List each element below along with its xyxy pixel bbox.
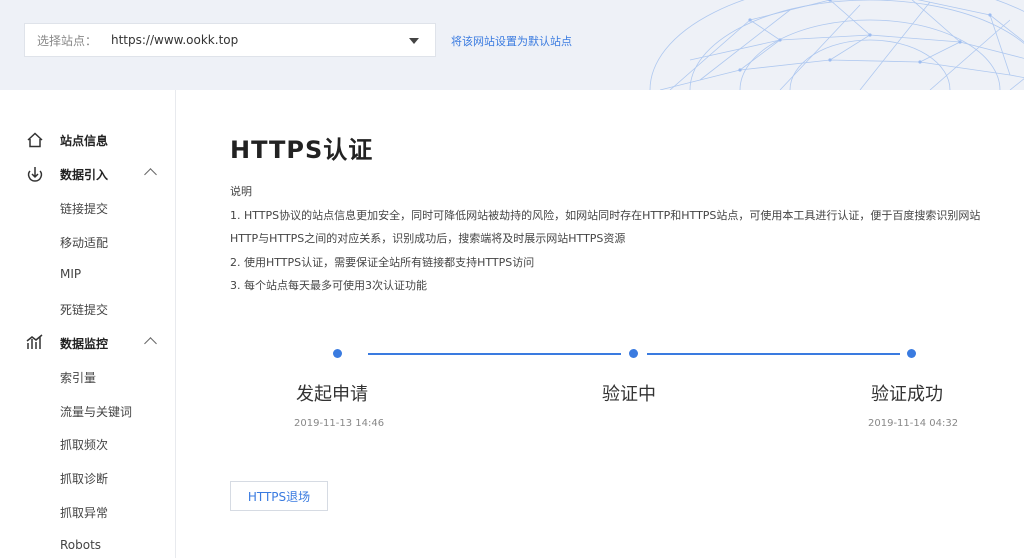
description-line: HTTP与HTTPS之间的对应关系，识别成功后，搜索端将及时展示网站HTTPS资… — [230, 232, 626, 245]
step-label: 验证中 — [602, 384, 656, 405]
progress-steps: 发起申请 2019-11-13 14:46 验证中 验证成功 2019-11-1… — [230, 342, 1024, 442]
chevron-up-icon[interactable] — [144, 168, 157, 181]
top-bar: 选择站点： https://www.ookk.top 将该网站设置为默认站点 — [0, 0, 1024, 90]
sidebar: 站点信息 数据引入 链接提交 移动适配 MIP 死链提交 数据监控 索引量 流量… — [0, 90, 176, 558]
step-dot — [907, 349, 916, 358]
site-selector[interactable]: 选择站点： https://www.ookk.top — [24, 23, 436, 57]
step-dot — [629, 349, 638, 358]
sidebar-item-mip[interactable]: MIP — [60, 267, 81, 281]
description-line: 2. 使用HTTPS认证，需要保证全站所有链接都支持HTTPS访问 — [230, 255, 535, 269]
step-time: 2019-11-13 14:46 — [294, 418, 385, 429]
sidebar-item-label: 站点信息 — [60, 134, 109, 148]
chevron-up-icon[interactable] — [144, 337, 157, 350]
step-label: 发起申请 — [296, 384, 368, 405]
https-exit-button[interactable]: HTTPS退场 — [230, 481, 328, 511]
sidebar-item-link-submit[interactable]: 链接提交 — [60, 200, 108, 217]
sidebar-item-traffic[interactable]: 流量与关键词 — [60, 403, 132, 420]
sidebar-item-crawl-frequency[interactable]: 抓取频次 — [60, 436, 108, 453]
description-heading: 说明 — [230, 185, 252, 198]
step-connector — [368, 353, 621, 355]
sidebar-group-label: 数据引入 — [60, 168, 109, 182]
site-selector-value: https://www.ookk.top — [111, 33, 239, 47]
sidebar-item-crawl-errors[interactable]: 抓取异常 — [60, 504, 108, 521]
step-connector — [647, 353, 900, 355]
sidebar-item-robots[interactable]: Robots — [60, 538, 101, 552]
sidebar-item-crawl-diagnosis[interactable]: 抓取诊断 — [60, 470, 108, 487]
data-import-icon — [27, 167, 43, 182]
sidebar-item-mobile-adapt[interactable]: 移动适配 — [60, 234, 108, 251]
step-dot — [333, 349, 342, 358]
description-line: 1. HTTPS协议的站点信息更加安全，同时可降低网站被劫持的风险，如网站同时存… — [230, 208, 981, 222]
sidebar-item-index[interactable]: 索引量 — [60, 369, 96, 386]
set-default-site-link[interactable]: 将该网站设置为默认站点 — [451, 33, 572, 49]
chevron-down-icon[interactable] — [409, 38, 419, 44]
sidebar-item-dead-link[interactable]: 死链提交 — [60, 301, 108, 318]
home-icon — [27, 132, 43, 148]
globe-decoration-icon — [649, 0, 1024, 90]
description: 说明 1. HTTPS协议的站点信息更加安全，同时可降低网站被劫持的风险，如网站… — [230, 180, 980, 298]
step-label: 验证成功 — [871, 384, 943, 405]
sidebar-group-data-import[interactable]: 数据引入 — [0, 162, 176, 186]
description-line: 3. 每个站点每天最多可使用3次认证功能 — [230, 279, 427, 292]
main-content: HTTPS认证 说明 1. HTTPS协议的站点信息更加安全，同时可降低网站被劫… — [177, 90, 1024, 558]
sidebar-group-label: 数据监控 — [60, 337, 109, 351]
site-selector-label: 选择站点： — [37, 33, 98, 48]
step-time: 2019-11-14 04:32 — [868, 418, 959, 429]
chart-icon — [26, 334, 43, 349]
sidebar-item-site-info[interactable]: 站点信息 — [0, 128, 176, 152]
page-title: HTTPS认证 — [230, 136, 374, 164]
sidebar-group-data-monitor[interactable]: 数据监控 — [0, 331, 176, 355]
